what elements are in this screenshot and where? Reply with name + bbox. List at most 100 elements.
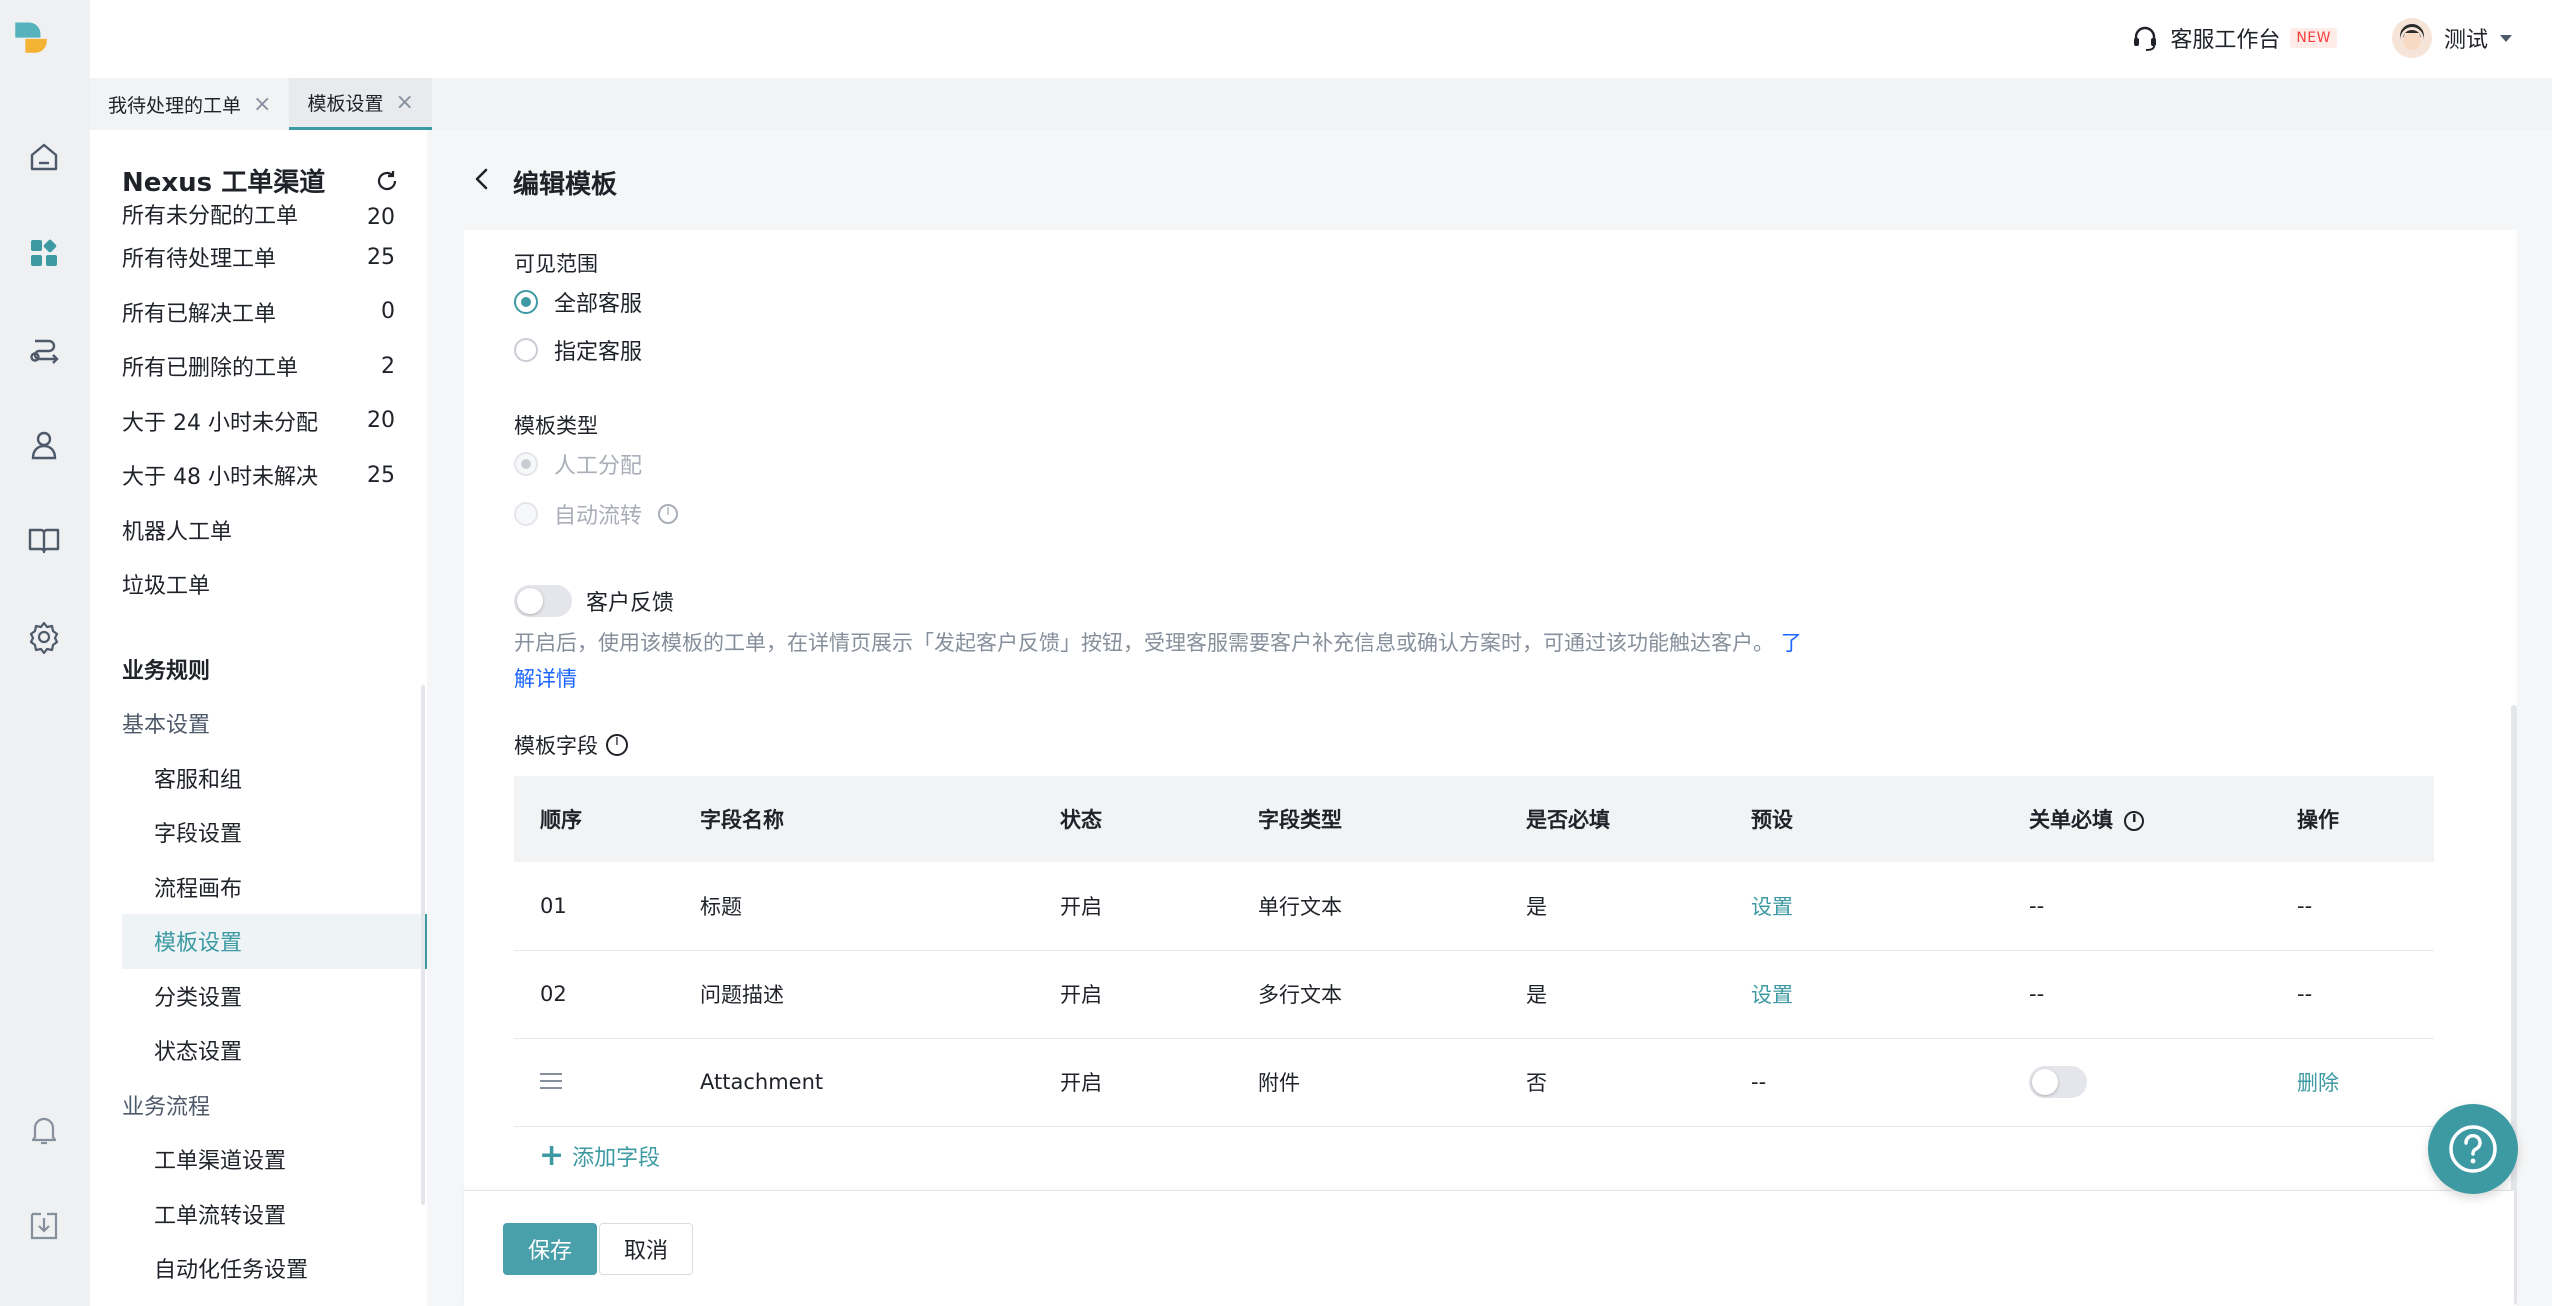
drag-handle-icon[interactable] (540, 1073, 562, 1089)
sidebar-item-robot[interactable]: 机器人工单 (90, 503, 427, 558)
sidebar-item-category-settings[interactable]: 分类设置 (90, 969, 427, 1024)
table-row: Attachment 开启 附件 否 -- 删除 (514, 1038, 2434, 1127)
tab-pending-tickets[interactable]: 我待处理的工单 × (90, 78, 289, 130)
sidebar-group-basic-settings[interactable]: 基本设置 (90, 696, 427, 751)
cell-status: 开启 (1034, 950, 1232, 1039)
user-name: 测试 (2443, 28, 2488, 53)
sidebar-item-count: 2 (381, 353, 395, 379)
sidebar-item-resolved[interactable]: 所有已解决工单 0 (90, 285, 427, 340)
add-field-button[interactable]: + 添加字段 (539, 1140, 660, 1172)
info-icon[interactable] (606, 733, 628, 756)
avatar (2391, 18, 2432, 58)
preset-link[interactable]: 设置 (1751, 895, 1793, 919)
refresh-icon[interactable] (375, 169, 399, 193)
radio-specific-agents[interactable]: 指定客服 (514, 334, 642, 366)
radio-dot (514, 452, 538, 476)
sidebar-item-field-settings[interactable]: 字段设置 (90, 805, 427, 860)
cell-field-type: 多行文本 (1232, 950, 1500, 1039)
feedback-desc-text: 开启后，使用该模板的工单，在详情页展示「发起客户反馈」按钮，受理客服需要客户补充… (514, 631, 1774, 655)
user-menu[interactable]: 测试 (2391, 18, 2512, 58)
cancel-button[interactable]: 取消 (599, 1223, 694, 1275)
close-icon[interactable]: × (395, 90, 413, 115)
sidebar-item-label: 所有已删除的工单 (122, 356, 299, 382)
sidebar-item-over-24h[interactable]: 大于 24 小时未分配 20 (90, 394, 427, 449)
fields-label-row: 模板字段 (514, 730, 628, 760)
sidebar-item-count: 25 (367, 244, 395, 270)
close-required-toggle[interactable] (2029, 1066, 2087, 1098)
home-icon[interactable] (24, 137, 64, 177)
sidebar-item-automation-settings[interactable]: 自动化任务设置 (90, 1241, 427, 1296)
workbench-link[interactable]: 客服工作台 NEW (2130, 22, 2337, 54)
radio-dot[interactable] (514, 338, 538, 362)
cell-status: 开启 (1034, 862, 1232, 951)
cell-action: -- (2271, 862, 2434, 951)
sidebar-item-pending[interactable]: 所有待处理工单 25 (90, 230, 427, 285)
col-close-required-label: 关单必填 (2029, 808, 2113, 832)
info-icon[interactable] (658, 503, 679, 524)
col-actions: 操作 (2271, 776, 2434, 862)
preset-link[interactable]: 设置 (1751, 983, 1793, 1007)
cell-field-name: Attachment (674, 1038, 1034, 1127)
back-arrow-icon[interactable] (467, 164, 497, 194)
page-title: 编辑模板 (513, 170, 618, 200)
feedback-label: 客户反馈 (586, 591, 675, 616)
cell-required: 否 (1500, 1038, 1725, 1127)
col-field-type: 字段类型 (1232, 776, 1500, 862)
col-preset: 预设 (1725, 776, 2003, 862)
sidebar-item-flow-canvas[interactable]: 流程画布 (90, 860, 427, 915)
help-button[interactable] (2428, 1104, 2518, 1194)
apps-icon[interactable] (24, 233, 64, 273)
tab-label: 我待处理的工单 (108, 94, 242, 117)
sidebar-scrollbar[interactable] (421, 685, 425, 1205)
sidebar-item-routing-settings[interactable]: 工单流转设置 (90, 1187, 427, 1242)
fields-table: 顺序 字段名称 状态 字段类型 是否必填 预设 关单必填 操作 01 标题 (514, 776, 2434, 1127)
cell-field-type: 附件 (1232, 1038, 1500, 1127)
sidebar-item-label: 流程画布 (154, 876, 243, 902)
secondary-sidebar: Nexus 工单渠道 所有未分配的工单 20 所有待处理工单 25 所有已解决工… (90, 130, 427, 1306)
col-close-required: 关单必填 (2003, 776, 2271, 862)
tab-template-settings[interactable]: 模板设置 × (289, 78, 432, 130)
sidebar-item-label: 字段设置 (154, 822, 243, 848)
sidebar-item-label: 工单渠道设置 (154, 1149, 287, 1175)
sidebar-item-template-settings[interactable]: 模板设置 (122, 914, 427, 969)
cell-field-name: 标题 (674, 862, 1034, 951)
cell-order: 02 (514, 950, 674, 1039)
save-button[interactable]: 保存 (503, 1223, 598, 1275)
fields-label: 模板字段 (514, 734, 598, 758)
sidebar-item-over-48h[interactable]: 大于 48 小时未解决 25 (90, 448, 427, 503)
sidebar-list: 所有未分配的工单 20 所有待处理工单 25 所有已解决工单 0 所有已删除的工… (90, 200, 427, 1296)
sidebar-item-channel-settings[interactable]: 工单渠道设置 (90, 1132, 427, 1187)
radio-label: 自动流转 (554, 504, 643, 529)
cell-field-name: 问题描述 (674, 950, 1034, 1039)
col-field-name: 字段名称 (674, 776, 1034, 862)
sidebar-item-label: 工单流转设置 (154, 1203, 287, 1229)
feedback-toggle[interactable] (514, 585, 572, 617)
book-icon[interactable] (24, 520, 64, 560)
user-icon[interactable] (24, 425, 64, 465)
gear-icon[interactable] (24, 617, 64, 657)
sidebar-item-unassigned[interactable]: 所有未分配的工单 20 (90, 200, 427, 230)
bell-icon[interactable] (24, 1110, 64, 1150)
icon-rail (0, 0, 90, 1306)
close-icon[interactable]: × (253, 92, 271, 117)
sidebar-item-deleted[interactable]: 所有已删除的工单 2 (90, 339, 427, 394)
template-form: 可见范围 全部客服 指定客服 模板类型 人工分配 自动流转 客户反馈 开启后，使… (464, 230, 2517, 1306)
flow-icon[interactable] (24, 330, 64, 370)
template-type-label: 模板类型 (514, 414, 598, 438)
feedback-description: 开启后，使用该模板的工单，在详情页展示「发起客户反馈」按钮，受理客服需要客户补充… (514, 625, 1814, 697)
plus-icon: + (539, 1138, 565, 1173)
info-icon[interactable] (2124, 810, 2145, 831)
cell-preset: -- (1725, 1038, 2003, 1127)
radio-all-agents[interactable]: 全部客服 (514, 286, 642, 318)
sidebar-item-spam[interactable]: 垃圾工单 (90, 557, 427, 612)
sidebar-item-status-settings[interactable]: 状态设置 (90, 1023, 427, 1078)
radio-dot[interactable] (514, 290, 538, 314)
sidebar-item-agents-groups[interactable]: 客服和组 (90, 751, 427, 806)
sidebar-item-label: 大于 24 小时未分配 (122, 410, 318, 436)
delete-link[interactable]: 删除 (2297, 1071, 2339, 1095)
radio-label: 指定客服 (554, 340, 643, 365)
sidebar-item-label: 所有未分配的工单 (122, 204, 299, 229)
download-icon[interactable] (24, 1206, 64, 1246)
logo-icon[interactable] (14, 20, 68, 74)
sidebar-group-business-flow[interactable]: 业务流程 (90, 1078, 427, 1133)
